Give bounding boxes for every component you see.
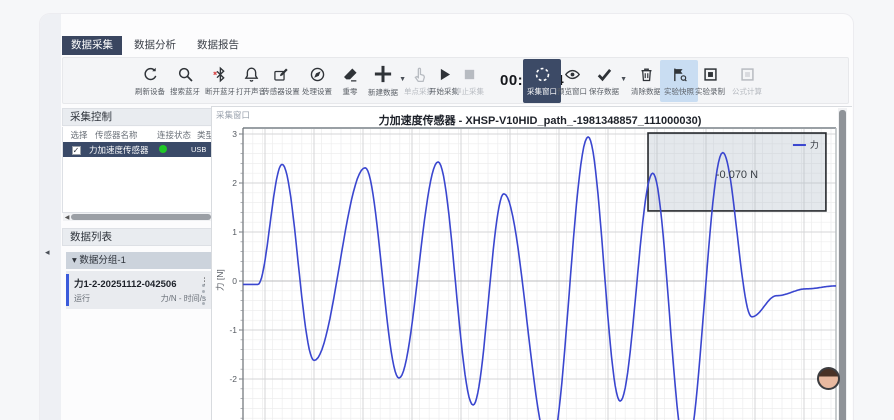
toolbar-button-label: 传感器设置 xyxy=(262,86,300,97)
svg-text:-2: -2 xyxy=(229,374,237,384)
toolbar-button-search[interactable]: 搜索蓝牙 xyxy=(165,60,205,102)
group-caret-icon: ▾ xyxy=(72,255,77,266)
panel-splitter-handle[interactable] xyxy=(201,284,206,305)
toolbar-button-check[interactable]: 保存数据▼ xyxy=(584,60,624,102)
hscroll-thumb[interactable] xyxy=(71,214,211,220)
eraser-icon xyxy=(342,66,359,83)
snapshot-icon xyxy=(671,66,688,83)
item-color-bar xyxy=(66,274,69,306)
toolbar-button-label: 保存数据 xyxy=(589,86,619,97)
svg-text:1: 1 xyxy=(232,227,237,237)
check-icon xyxy=(596,66,613,83)
scroll-left-arrow-icon[interactable]: ◀ xyxy=(63,214,71,221)
sensor-name: 力加速度传感器 xyxy=(89,144,151,156)
toolbar-button-label: 重零 xyxy=(343,86,358,97)
toolbar-button-refresh[interactable]: 刷新设备 xyxy=(130,60,170,102)
svg-text:2: 2 xyxy=(232,178,237,188)
toolbar-button-label: 新建数据 xyxy=(368,87,398,98)
toolbar-button-formula[interactable]: 公式计算 xyxy=(727,60,767,102)
group-label: 数据分组-1 xyxy=(79,255,125,266)
tab-data-acquisition[interactable]: 数据采集 xyxy=(62,36,122,55)
sensor-table: 选择传感器名称连接状态类型✓力加速度传感器USB xyxy=(62,127,220,213)
svg-text:力 [N]: 力 [N] xyxy=(215,269,225,291)
toolbar-button-stop[interactable]: 停止采集 xyxy=(449,60,489,102)
collect-control-panel-header: 采集控制 xyxy=(62,108,220,126)
sensor-settings-icon xyxy=(273,66,290,83)
svg-text:3: 3 xyxy=(232,129,237,139)
toolbar-button-label: 公式计算 xyxy=(732,86,762,97)
item-status: 运行 xyxy=(74,293,90,304)
column-header: 传感器名称 xyxy=(89,129,151,141)
toolbar-button-plus[interactable]: 新建数据▼ xyxy=(363,60,403,102)
toolbar-button-label: 预览窗口 xyxy=(557,86,587,97)
process-settings-icon xyxy=(309,66,326,83)
plus-icon xyxy=(373,64,393,84)
sensor-checkbox[interactable]: ✓ xyxy=(72,146,81,155)
sensor-table-header: 选择传感器名称连接状态类型 xyxy=(63,127,219,142)
trash-icon xyxy=(638,66,655,83)
collapse-panel-arrow-icon[interactable]: ◂ xyxy=(45,247,50,258)
toolbar-button-label: 处理设置 xyxy=(302,86,332,97)
force-time-chart[interactable]: 3 2 1 0 -1 -2 力 [N] 力 -0.070 N xyxy=(213,124,847,420)
tab-data-report[interactable]: 数据报告 xyxy=(188,36,248,55)
chart-vscrollbar[interactable] xyxy=(838,108,847,420)
item-title: 力1-2-20251112-042506 xyxy=(74,276,176,290)
record-icon xyxy=(702,66,719,83)
app-screenshot: ◂ 数据采集 数据分析 数据报告 00:15:54 刷新设备搜索蓝牙断开蓝牙打开… xyxy=(0,0,894,420)
toolbar-button-label: 刷新设备 xyxy=(135,86,165,97)
stop-icon xyxy=(461,66,478,83)
toolbar-button-label: 清除数据 xyxy=(631,86,661,97)
sensor-table-hscrollbar[interactable]: ◀ ▶ xyxy=(63,213,219,221)
bell-icon xyxy=(243,66,260,83)
assistant-avatar-button[interactable] xyxy=(817,367,840,390)
column-header: 选择 xyxy=(63,129,89,141)
eye-icon xyxy=(564,66,581,83)
toolbar-button-record[interactable]: 实验录制 xyxy=(690,60,730,102)
svg-text:力: 力 xyxy=(810,139,819,150)
svg-text:-1: -1 xyxy=(229,325,237,335)
toolbar-button-label: 停止采集 xyxy=(454,86,484,97)
search-icon xyxy=(177,66,194,83)
status-dot xyxy=(159,145,167,153)
vscroll-thumb[interactable] xyxy=(839,110,846,420)
toolbar-button-label: 搜索蓝牙 xyxy=(170,86,200,97)
sensor-row[interactable]: ✓力加速度传感器USB xyxy=(63,142,219,157)
app-window: ◂ 数据采集 数据分析 数据报告 00:15:54 刷新设备搜索蓝牙断开蓝牙打开… xyxy=(40,14,853,420)
bluetooth-disconnect-icon xyxy=(212,66,229,83)
column-header: 连接状态 xyxy=(151,129,191,141)
toolbar-button-sensor-settings[interactable]: 传感器设置 xyxy=(261,60,301,102)
left-collapse-strip: ◂ xyxy=(40,14,61,420)
data-group-row[interactable]: ▾ 数据分组-1 xyxy=(66,252,212,269)
data-list-item[interactable]: 力1-2-20251112-042506 ⋮ 运行 力/N - 时间/s xyxy=(66,271,212,309)
item-axes: 力/N - 时间/s xyxy=(161,293,206,304)
main-tabbar: 数据采集 数据分析 数据报告 xyxy=(62,36,248,55)
svg-text:0: 0 xyxy=(232,276,237,286)
formula-icon xyxy=(739,66,756,83)
dashed-circle-icon xyxy=(534,66,551,83)
toolbar-button-label: 实验录制 xyxy=(695,86,725,97)
toolbar: 00:15:54 刷新设备搜索蓝牙断开蓝牙打开声音传感器设置处理设置重零新建数据… xyxy=(62,57,849,104)
tab-data-analysis[interactable]: 数据分析 xyxy=(125,36,185,55)
svg-text:-0.070 N: -0.070 N xyxy=(716,169,758,181)
refresh-icon xyxy=(142,66,159,83)
data-list-panel-header: 数据列表 xyxy=(62,228,220,246)
